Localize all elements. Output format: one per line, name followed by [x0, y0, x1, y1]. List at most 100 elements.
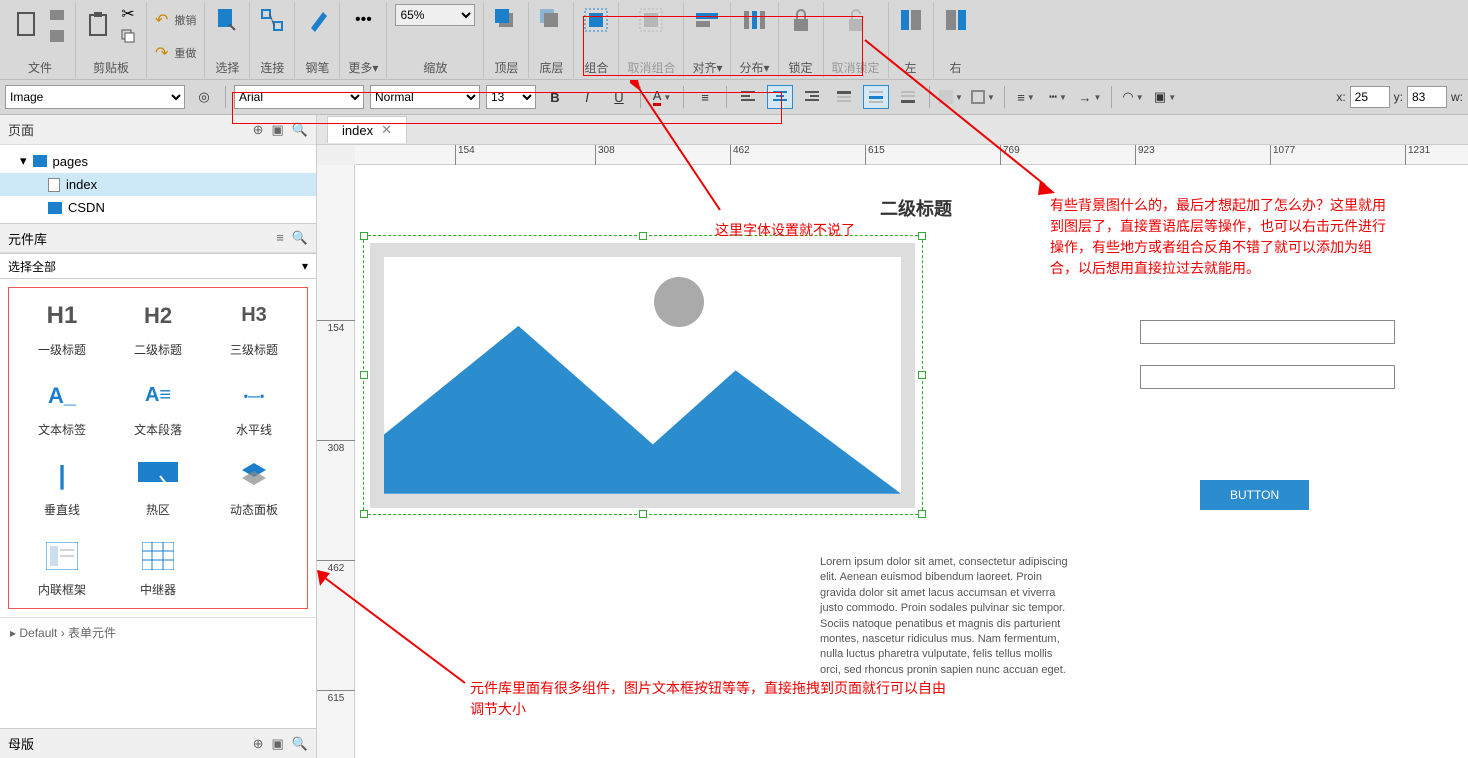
group-left: 左: [889, 2, 934, 78]
line-weight-button[interactable]: ≡▼: [1013, 85, 1039, 109]
default-lib-row[interactable]: ▸ Default › 表单元件: [0, 617, 316, 647]
arrow-style-button[interactable]: →▼: [1077, 85, 1103, 109]
widget-grid: H1一级标题 H2二级标题 H3三级标题 A_文本标签 A≡文本段落 •—•水平…: [8, 287, 308, 609]
search-pages-icon[interactable]: 🔍: [292, 122, 308, 138]
widget-vline[interactable]: |垂直线: [19, 458, 105, 518]
font-select[interactable]: Arial: [234, 85, 364, 109]
widget-hotspot[interactable]: 热区: [115, 458, 201, 518]
widget-paragraph[interactable]: A≡文本段落: [115, 378, 201, 438]
group-more[interactable]: ••• 更多▾: [340, 2, 387, 78]
add-folder-icon[interactable]: ▣: [272, 122, 284, 138]
lock-icon[interactable]: [787, 4, 815, 36]
group-align[interactable]: 对齐▾: [684, 2, 731, 78]
italic-button[interactable]: I: [574, 85, 600, 109]
library-menu-icon[interactable]: ≡: [276, 230, 284, 246]
back-icon[interactable]: [537, 4, 565, 36]
pen-icon[interactable]: [303, 4, 331, 36]
align-center-button[interactable]: [767, 85, 793, 109]
widget-dynamic-panel[interactable]: 动态面板: [211, 458, 297, 518]
resize-handle-e[interactable]: [918, 371, 926, 379]
format-toolbar: Image ◎ Arial Normal 13 B I U A▼ ≡ ▼ ▼ ≡…: [0, 80, 1468, 115]
text-color-button[interactable]: A▼: [649, 85, 675, 109]
canvas[interactable]: 二级标题 Lorem ipsum dolor sit amet, consect…: [355, 165, 1468, 758]
master-folder-icon[interactable]: ▣: [272, 736, 284, 752]
resize-handle-s[interactable]: [639, 510, 647, 518]
resize-handle-ne[interactable]: [918, 232, 926, 240]
canvas-heading-h2[interactable]: 二级标题: [880, 195, 952, 221]
widget-repeater[interactable]: 中继器: [115, 538, 201, 598]
y-label: y:: [1394, 90, 1403, 104]
close-icon[interactable]: ✕: [381, 122, 392, 138]
canvas-paragraph[interactable]: Lorem ipsum dolor sit amet, consectetur …: [820, 555, 1070, 678]
resize-handle-se[interactable]: [918, 510, 926, 518]
align-left-button[interactable]: [735, 85, 761, 109]
padding-button[interactable]: ▣▼: [1152, 85, 1178, 109]
bullets-button[interactable]: ≡: [692, 85, 718, 109]
cut-icon[interactable]: ✂: [118, 4, 138, 24]
x-input[interactable]: [1350, 86, 1390, 108]
connect-icon[interactable]: [258, 4, 286, 36]
line-color-button[interactable]: ▼: [970, 85, 996, 109]
tree-root-pages[interactable]: ▾pages: [0, 149, 316, 173]
canvas-text-field-1[interactable]: [1140, 320, 1395, 344]
element-type-select[interactable]: Image: [5, 85, 185, 109]
widget-hline[interactable]: •—•水平线: [211, 378, 297, 438]
undo-button[interactable]: ↶撤销: [155, 10, 196, 30]
select-icon[interactable]: [213, 4, 241, 36]
canvas-text-field-2[interactable]: [1140, 365, 1395, 389]
resize-handle-w[interactable]: [360, 371, 368, 379]
unlock-icon[interactable]: [842, 4, 870, 36]
panel-right-icon[interactable]: [942, 4, 970, 36]
widget-iframe[interactable]: 内联框架: [19, 538, 105, 598]
file-label: 文件: [28, 59, 52, 76]
align-right-button[interactable]: [799, 85, 825, 109]
widget-h3[interactable]: H3三级标题: [211, 298, 297, 358]
front-icon[interactable]: [492, 4, 520, 36]
master-panel-header: 母版 ⊕ ▣ 🔍: [0, 728, 316, 758]
open-icon[interactable]: [47, 4, 67, 24]
group-icon[interactable]: [582, 4, 610, 36]
weight-select[interactable]: Normal: [370, 85, 480, 109]
zoom-select[interactable]: 65%: [395, 4, 475, 26]
save-icon[interactable]: [47, 26, 67, 46]
widget-label[interactable]: A_文本标签: [19, 378, 105, 438]
paste-icon[interactable]: [84, 9, 112, 41]
add-master-icon[interactable]: ⊕: [253, 736, 264, 752]
valign-top-button[interactable]: [831, 85, 857, 109]
valign-bottom-button[interactable]: [895, 85, 921, 109]
target-icon[interactable]: ◎: [191, 85, 217, 109]
resize-handle-nw[interactable]: [360, 232, 368, 240]
size-select[interactable]: 13: [486, 85, 536, 109]
canvas-image-widget[interactable]: [370, 243, 915, 508]
redo-button[interactable]: ↷重做: [155, 43, 196, 63]
search-library-icon[interactable]: 🔍: [292, 230, 308, 246]
search-master-icon[interactable]: 🔍: [292, 736, 308, 752]
tree-item-index[interactable]: index: [0, 173, 316, 196]
group-distribute[interactable]: 分布▾: [731, 2, 778, 78]
placeholder-mountain-icon: [384, 316, 901, 494]
pages-panel-header: 页面 ⊕ ▣ 🔍: [0, 115, 316, 145]
panel-left-icon[interactable]: [897, 4, 925, 36]
bold-button[interactable]: B: [542, 85, 568, 109]
underline-button[interactable]: U: [606, 85, 632, 109]
group-clipboard: ✂ 剪贴板: [76, 2, 147, 78]
fill-color-button[interactable]: ▼: [938, 85, 964, 109]
valign-middle-button[interactable]: [863, 85, 889, 109]
add-page-icon[interactable]: ⊕: [253, 122, 264, 138]
library-select-all[interactable]: 选择全部▾: [0, 253, 316, 279]
widget-h1[interactable]: H1一级标题: [19, 298, 105, 358]
tree-item-csdn[interactable]: CSDN: [0, 196, 316, 219]
widget-h2[interactable]: H2二级标题: [115, 298, 201, 358]
copy-icon[interactable]: [118, 26, 138, 46]
canvas-button[interactable]: BUTTON: [1200, 480, 1309, 510]
new-file-icon[interactable]: [13, 9, 41, 41]
resize-handle-n[interactable]: [639, 232, 647, 240]
resize-handle-sw[interactable]: [360, 510, 368, 518]
y-input[interactable]: [1407, 86, 1447, 108]
group-connect: 连接: [250, 2, 295, 78]
group-select: 选择: [205, 2, 250, 78]
corner-radius-button[interactable]: ◠▼: [1120, 85, 1146, 109]
tab-index[interactable]: index ✕: [327, 116, 407, 143]
ungroup-icon[interactable]: [637, 4, 665, 36]
line-style-button[interactable]: ┅▼: [1045, 85, 1071, 109]
